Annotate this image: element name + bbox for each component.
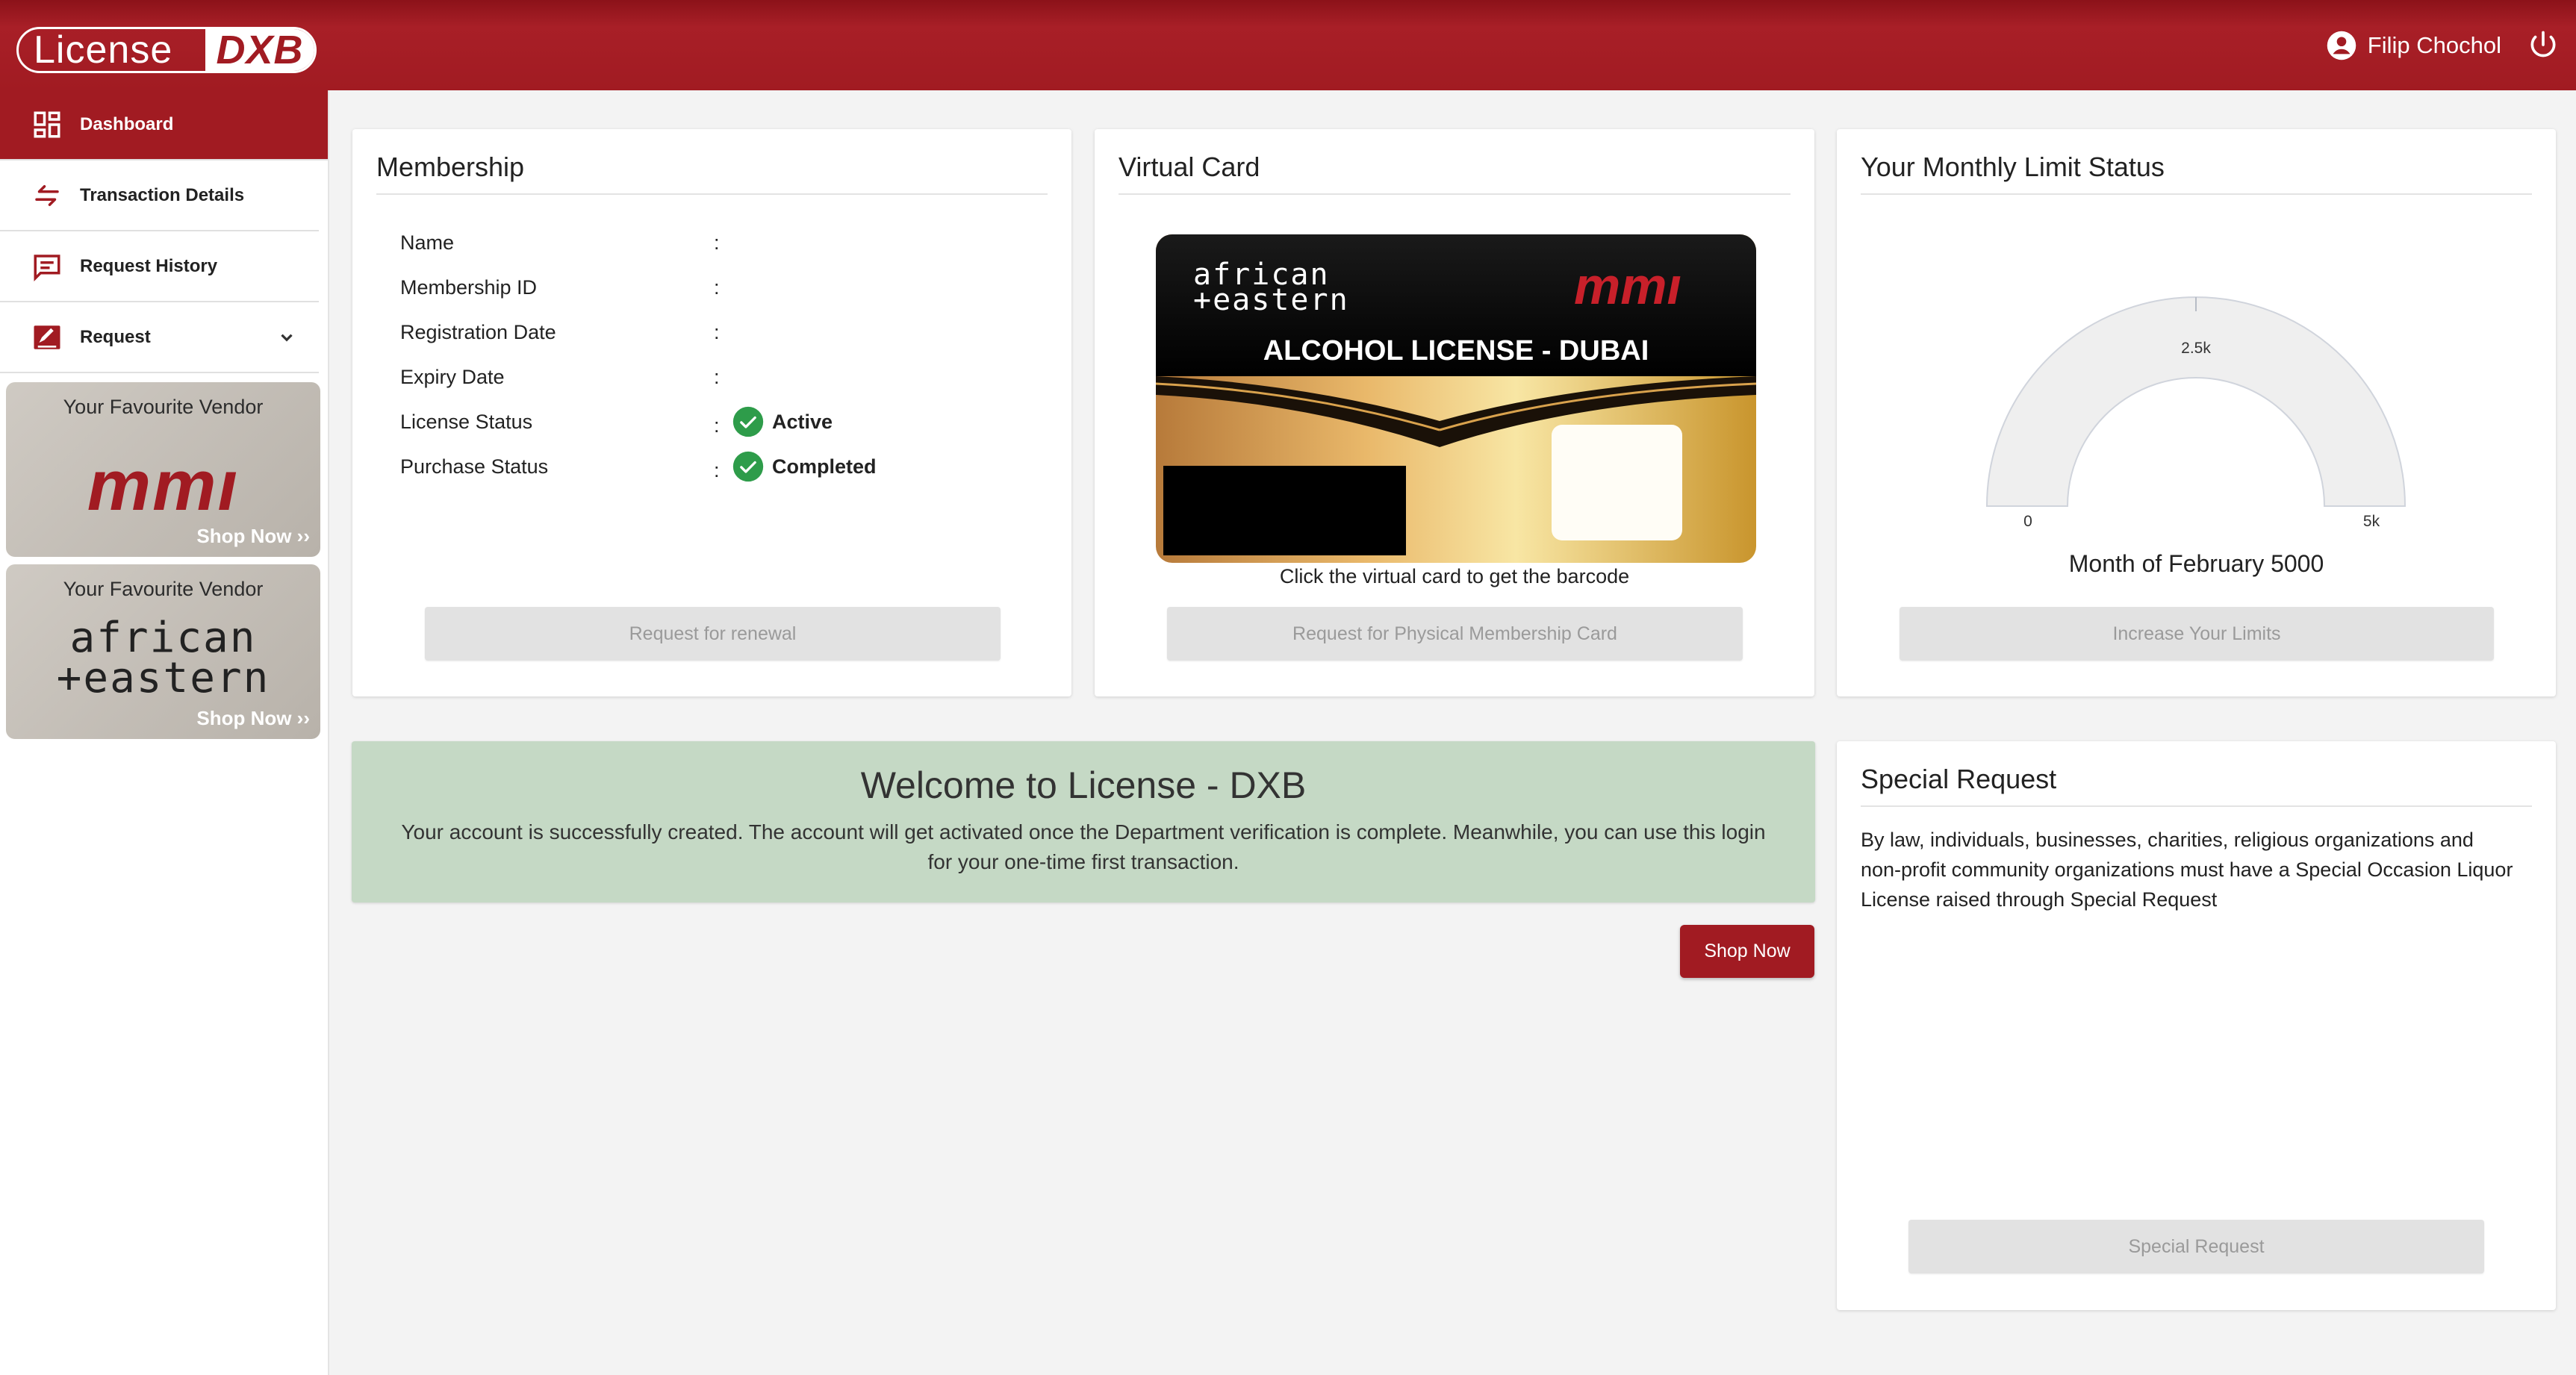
special-request-card: Special Request By law, individuals, bus… xyxy=(1837,741,2556,1310)
divider xyxy=(1119,193,1791,195)
sidebar-item-request-history[interactable]: Request History xyxy=(0,231,319,302)
account-circle-icon xyxy=(2327,31,2356,60)
sidebar-item-transaction-details[interactable]: Transaction Details xyxy=(0,160,319,231)
field-colon: : xyxy=(714,366,720,388)
card-title: Virtual Card xyxy=(1119,152,1260,182)
field-colon: : xyxy=(714,231,720,254)
check-circle-icon xyxy=(732,451,764,482)
power-icon[interactable] xyxy=(2527,28,2560,61)
chevron-down-icon[interactable] xyxy=(277,328,296,347)
special-request-description: By law, individuals, businesses, chariti… xyxy=(1861,829,2513,911)
top-header: License DXB Filip Chochol xyxy=(0,0,2576,90)
sidebar-item-label: Dashboard xyxy=(80,114,174,134)
limit-gauge xyxy=(1985,296,2407,507)
brand-line: +eastern xyxy=(1193,283,1349,317)
field-colon: : xyxy=(714,459,720,481)
card-title: Membership xyxy=(376,152,525,182)
vendor-banner-mmi[interactable]: Your Favourite Vendor mmı Shop Now ›› xyxy=(6,382,320,557)
logo-text-license: License xyxy=(34,28,173,72)
vendor-shop-now-link[interactable]: Shop Now ›› xyxy=(196,525,310,548)
vendor-shop-now-link[interactable]: Shop Now ›› xyxy=(196,707,310,730)
user-name: Filip Chochol xyxy=(2367,32,2501,58)
purchase-status-value: Completed xyxy=(732,450,877,483)
mmi-logo: mmı xyxy=(87,446,240,526)
divider xyxy=(376,193,1048,195)
edit-document-icon xyxy=(34,325,60,349)
app-logo[interactable]: License DXB xyxy=(16,27,317,73)
field-colon: : xyxy=(714,276,720,299)
vendor-banner-african-eastern[interactable]: Your Favourite Vendor african +eastern S… xyxy=(6,564,320,739)
logo-line: african xyxy=(69,614,257,662)
sidebar-item-dashboard[interactable]: Dashboard xyxy=(0,90,328,160)
field-label-registration-date: Registration Date xyxy=(400,321,556,343)
card-heading: ALCOHOL LICENSE - DUBAI xyxy=(1263,335,1649,367)
limit-caption: Month of February 5000 xyxy=(2068,550,2324,577)
card-title: Special Request xyxy=(1861,764,2057,794)
purchase-status-text: Completed xyxy=(772,455,877,478)
field-colon: : xyxy=(714,414,720,437)
field-label-name: Name xyxy=(400,231,455,254)
user-menu[interactable]: Filip Chochol xyxy=(2326,28,2501,63)
card-title: Your Monthly Limit Status xyxy=(1861,152,2165,182)
request-physical-card-button[interactable]: Request for Physical Membership Card xyxy=(1167,607,1743,661)
field-label-expiry-date: Expiry Date xyxy=(400,366,505,388)
card-brand-mmi: mmı xyxy=(1574,257,1681,315)
increase-limits-button[interactable]: Increase Your Limits xyxy=(1900,607,2494,661)
welcome-banner: Welcome to License - DXB Your account is… xyxy=(352,741,1815,902)
virtual-card-panel: Virtual Card african +eastern mmı ALCOHO… xyxy=(1095,129,1814,696)
vendor-title: Your Favourite Vendor xyxy=(63,578,264,600)
gauge-max-label: 5k xyxy=(2362,513,2380,530)
african-eastern-logo: african +eastern xyxy=(6,614,320,702)
gauge-mid-label: 2.5k xyxy=(2181,340,2211,357)
license-status-text: Active xyxy=(772,410,833,433)
vendor-title: Your Favourite Vendor xyxy=(63,396,264,418)
field-colon: : xyxy=(714,321,720,343)
logo-text-dxb: DXB xyxy=(205,29,314,71)
divider xyxy=(1861,805,2532,807)
sidebar-item-label: Request xyxy=(80,326,151,347)
sidebar: Dashboard Transaction Details Request Hi… xyxy=(0,90,329,1375)
virtual-card-caption: Click the virtual card to get the barcod… xyxy=(1279,565,1630,587)
sidebar-item-label: Request History xyxy=(80,255,218,276)
membership-card: Membership Name : Membership ID : Regist… xyxy=(352,129,1071,696)
sidebar-item-request[interactable]: Request xyxy=(0,302,319,373)
welcome-message: Your account is successfully created. Th… xyxy=(401,820,1766,873)
gauge-min-label: 0 xyxy=(2023,513,2032,530)
chat-list-icon xyxy=(34,254,60,281)
special-request-button[interactable]: Special Request xyxy=(1908,1220,2484,1273)
dashboard-icon xyxy=(34,111,60,138)
swap-arrows-icon xyxy=(35,184,59,206)
field-label-purchase-status: Purchase Status xyxy=(400,455,549,478)
check-circle-icon xyxy=(732,406,764,437)
sidebar-item-label: Transaction Details xyxy=(80,184,245,205)
logo-line: +eastern xyxy=(56,654,270,702)
divider xyxy=(1861,193,2532,195)
shop-now-button[interactable]: Shop Now xyxy=(1680,925,1814,978)
welcome-title: Welcome to License - DXB xyxy=(860,764,1307,806)
license-status-value: Active xyxy=(732,405,833,438)
field-label-membership-id: Membership ID xyxy=(400,276,538,299)
request-renewal-button[interactable]: Request for renewal xyxy=(425,607,1001,661)
monthly-limit-card: Your Monthly Limit Status 2.5k 0 5k Mont… xyxy=(1837,129,2556,696)
field-label-license-status: License Status xyxy=(400,411,533,433)
card-brand-african-eastern: african +eastern xyxy=(1193,260,1349,317)
